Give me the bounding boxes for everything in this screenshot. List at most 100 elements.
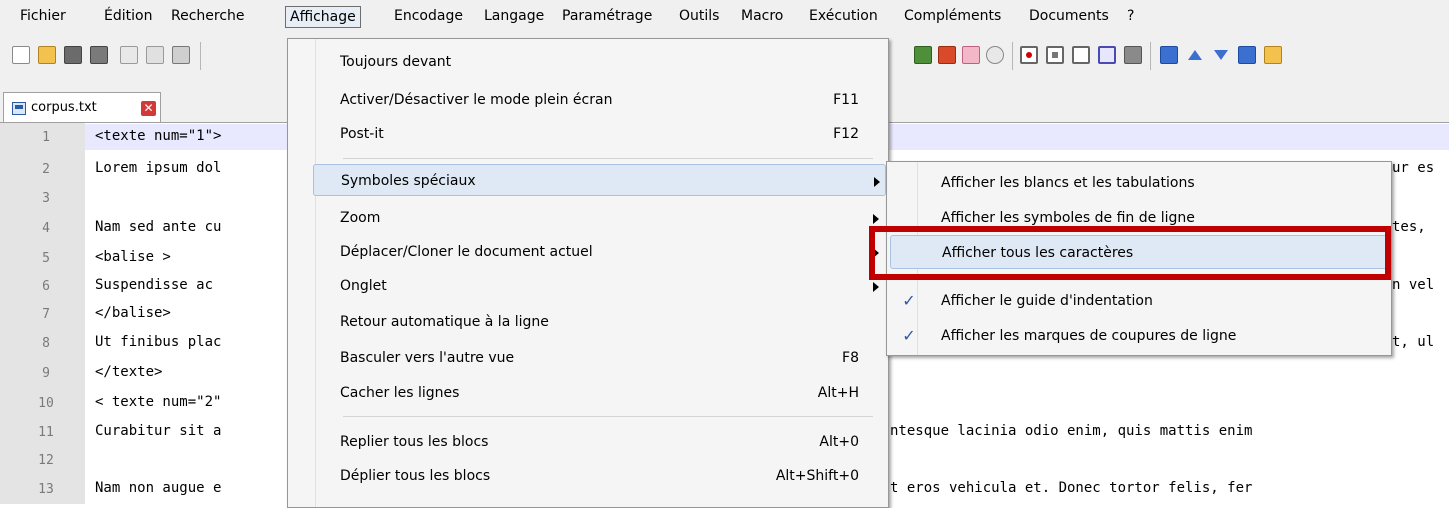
menu-item-deplacer-cloner[interactable]: Déplacer/Cloner le document actuel — [313, 236, 886, 268]
line-number: 13 — [38, 482, 54, 497]
menu-parametrage[interactable]: Paramétrage — [558, 6, 656, 28]
menu-item-post-it[interactable]: Post-it F12 — [313, 118, 886, 150]
close-tab-icon[interactable]: ✕ — [141, 101, 156, 116]
menu-recherche[interactable]: Recherche — [167, 6, 249, 28]
toolbar-separator — [1150, 42, 1151, 70]
menu-item-zoom[interactable]: Zoom — [313, 202, 886, 234]
submenu-arrow-icon — [873, 214, 879, 224]
tab-corpus[interactable]: corpus.txt ✕ — [3, 92, 161, 122]
document-map-icon[interactable] — [914, 46, 932, 64]
line-number: 1 — [42, 130, 50, 145]
menu-fichier[interactable]: Fichier — [16, 6, 70, 28]
code-line-tail: ur es — [1392, 160, 1435, 176]
menu-execution[interactable]: Exécution — [805, 6, 882, 28]
code-line: Ut finibus plac — [95, 334, 222, 350]
menu-item-label: Déplier tous les blocs — [340, 468, 491, 484]
submenu-item-label: Afficher le guide d'indentation — [941, 293, 1153, 309]
toolbar-separator — [1012, 42, 1013, 70]
sort-descending-icon[interactable] — [1238, 46, 1256, 64]
new-file-icon[interactable] — [12, 46, 30, 64]
close-all-icon[interactable] — [146, 46, 164, 64]
menu-item-label: Retour automatique à la ligne — [340, 314, 549, 330]
stop-record-icon[interactable] — [1046, 46, 1064, 64]
submenu-item-blancs-tabulations[interactable]: Afficher les blancs et les tabulations — [890, 166, 1388, 200]
monitoring-icon[interactable] — [986, 46, 1004, 64]
menu-item-label: Replier tous les blocs — [340, 434, 489, 450]
file-icon — [12, 102, 26, 115]
menu-documents[interactable]: Documents — [1025, 6, 1113, 28]
menu-separator — [343, 416, 873, 417]
submenu-item-coupures-ligne[interactable]: ✓ Afficher les marques de coupures de li… — [890, 319, 1388, 353]
code-line: Nam sed ante cu — [95, 219, 222, 235]
record-macro-icon[interactable] — [1020, 46, 1038, 64]
code-line: Curabitur sit a — [95, 423, 222, 439]
menu-item-label: Basculer vers l'autre vue — [340, 350, 515, 366]
menu-item-shortcut: Alt+Shift+0 — [775, 468, 859, 484]
menu-encodage[interactable]: Encodage — [390, 6, 467, 28]
code-line: </texte> — [95, 364, 163, 380]
submenu-item-guide-indentation[interactable]: ✓ Afficher le guide d'indentation — [890, 284, 1388, 318]
save-all-icon[interactable] — [90, 46, 108, 64]
toolbar-separator — [200, 42, 201, 70]
line-number: 5 — [42, 251, 50, 266]
menu-item-shortcut: Alt+H — [817, 385, 859, 401]
menu-item-label: Déplacer/Cloner le document actuel — [340, 244, 593, 260]
menu-help[interactable]: ? — [1123, 6, 1138, 28]
menu-outils[interactable]: Outils — [675, 6, 723, 28]
tab-label: corpus.txt — [31, 100, 97, 115]
line-number: 6 — [42, 279, 50, 294]
menu-item-symboles-speciaux[interactable]: Symboles spéciaux — [313, 164, 886, 196]
submenu-arrow-icon — [873, 282, 879, 292]
menu-item-replier-blocs[interactable]: Replier tous les blocs Alt+0 — [313, 426, 886, 458]
code-line-tail: n vel — [1392, 277, 1435, 293]
menu-edition[interactable]: Édition — [100, 6, 156, 28]
line-number: 9 — [42, 366, 50, 381]
line-number: 12 — [38, 453, 54, 468]
submenu-item-label: Afficher les marques de coupures de lign… — [941, 328, 1237, 344]
arrow-up-icon[interactable] — [1186, 46, 1204, 64]
code-line: <texte num="1"> — [95, 128, 222, 144]
line-number: 3 — [42, 191, 50, 206]
menu-item-basculer-vue[interactable]: Basculer vers l'autre vue F8 — [313, 342, 886, 374]
menu-bar: Fichier Édition Recherche Affichage Enco… — [0, 0, 1449, 33]
save-macro-icon[interactable] — [1124, 46, 1142, 64]
open-folder-icon[interactable] — [38, 46, 56, 64]
checkmark-icon: ✓ — [902, 291, 916, 310]
menu-item-retour-automatique[interactable]: Retour automatique à la ligne — [313, 306, 886, 338]
menu-affichage[interactable]: Affichage — [285, 6, 361, 28]
menu-item-toujours-devant[interactable]: Toujours devant — [313, 46, 886, 78]
menu-item-cacher-lignes[interactable]: Cacher les lignes Alt+H — [313, 377, 886, 409]
menu-item-label: Activer/Désactiver le mode plein écran — [340, 92, 613, 108]
save-icon[interactable] — [64, 46, 82, 64]
function-list-icon[interactable] — [938, 46, 956, 64]
menu-item-label: Symboles spéciaux — [341, 173, 476, 189]
code-line-tail: t eros vehicula et. Donec tortor felis, … — [890, 480, 1253, 496]
menu-macro[interactable]: Macro — [737, 6, 787, 28]
close-icon[interactable] — [120, 46, 138, 64]
arrow-down-icon[interactable] — [1212, 46, 1230, 64]
menu-langage[interactable]: Langage — [480, 6, 548, 28]
menu-item-plein-ecran[interactable]: Activer/Désactiver le mode plein écran F… — [313, 84, 886, 116]
code-line-tail: tes, — [1392, 219, 1426, 235]
line-number: 7 — [42, 307, 50, 322]
submenu-arrow-icon — [874, 177, 880, 187]
playback-macro-icon[interactable] — [1072, 46, 1090, 64]
code-line: Lorem ipsum dol — [95, 160, 222, 176]
menu-item-label: Onglet — [340, 278, 387, 294]
sort-icon[interactable] — [1160, 46, 1178, 64]
print-icon[interactable] — [172, 46, 190, 64]
menu-item-deplier-blocs[interactable]: Déplier tous les blocs Alt+Shift+0 — [313, 460, 886, 492]
code-line: Nam non augue e — [95, 480, 222, 496]
line-number: 10 — [38, 396, 54, 411]
line-number: 8 — [42, 336, 50, 351]
menu-item-label: Toujours devant — [340, 54, 452, 70]
menu-item-onglet[interactable]: Onglet — [313, 270, 886, 302]
menu-separator — [343, 158, 873, 159]
annotation-highlight-box — [869, 226, 1391, 280]
run-macro-multiple-icon[interactable] — [1098, 46, 1116, 64]
folder-workspace-icon[interactable] — [962, 46, 980, 64]
menu-complements[interactable]: Compléments — [900, 6, 1005, 28]
code-line: <balise > — [95, 249, 171, 265]
folder-icon[interactable] — [1264, 46, 1282, 64]
menu-item-label: Post-it — [340, 126, 384, 142]
